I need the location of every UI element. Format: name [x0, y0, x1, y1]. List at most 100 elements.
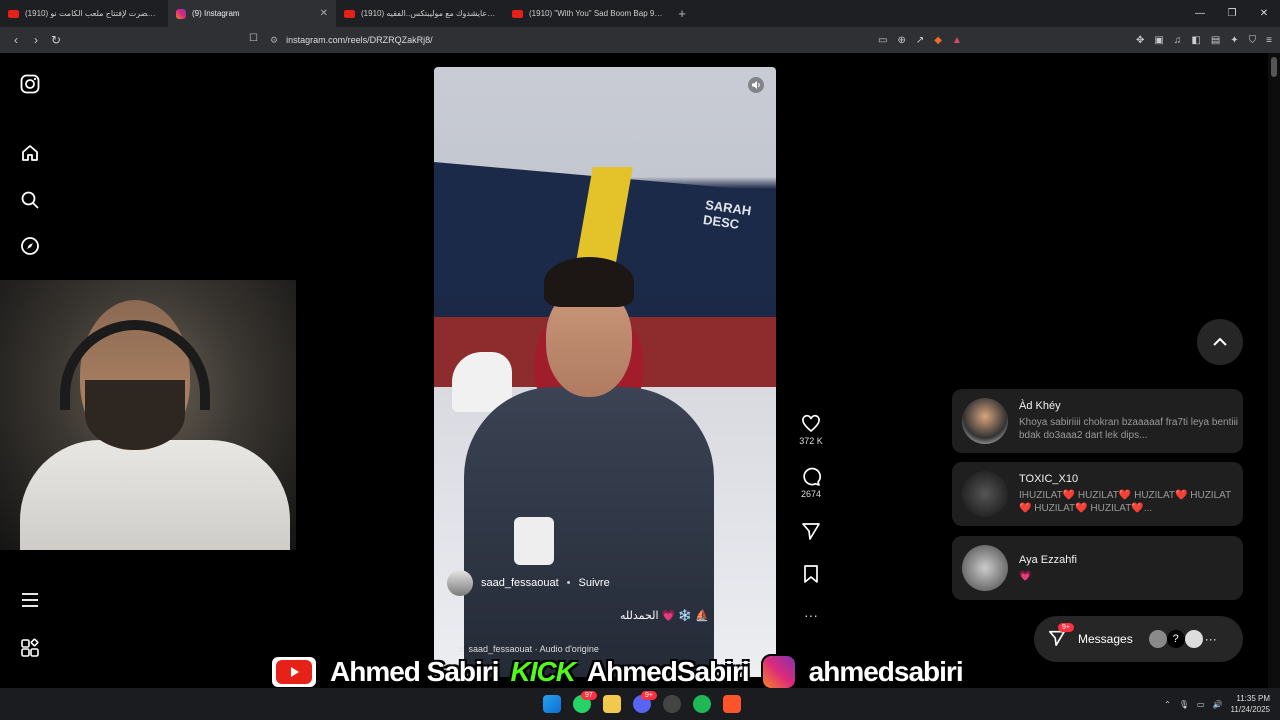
message-preview[interactable]: TOXIC_X10 IHUZILAT❤️ HUZILAT❤️ HUZILAT❤️ … — [952, 462, 1243, 526]
messages-send-icon: 9+ — [1048, 622, 1074, 650]
instagram-logo-icon[interactable] — [18, 72, 42, 96]
minimize-button[interactable]: — — [1184, 0, 1216, 27]
messages-badge: 9+ — [1058, 622, 1074, 632]
person-jacket — [464, 387, 714, 677]
message-text: 💗 — [1019, 570, 1032, 582]
search-icon[interactable] — [18, 188, 42, 212]
discord-icon[interactable]: 9+ — [633, 691, 657, 713]
close-window-button[interactable]: ✕ — [1248, 0, 1280, 27]
scroll-up-button[interactable] — [1197, 319, 1243, 365]
avatar — [962, 471, 1008, 517]
instagram-icon — [176, 8, 186, 19]
tab-youtube-3[interactable]: (1910) "With You" Sad Boom Bap 90s ... — [504, 0, 672, 27]
extensions-icon[interactable]: ✥ — [1136, 35, 1144, 46]
cast-icon[interactable]: ▭ — [878, 35, 887, 46]
url-text: instagram.com/reels/DRZRQZakRj8/ — [286, 35, 433, 45]
share-icon[interactable]: ↗ — [916, 35, 924, 46]
extension-icons: ✥ ▣ ♫ ◧ ▤ ✦ ⛉ ≡ — [1136, 27, 1272, 53]
clock[interactable]: 11:35 PM 11/24/2025 — [1231, 693, 1270, 715]
follow-button[interactable]: Suivre — [579, 577, 610, 589]
comment-button[interactable]: 2674 — [796, 467, 826, 499]
sender-name: TOXIC_X10 — [1019, 473, 1079, 485]
explore-icon[interactable] — [18, 234, 42, 258]
tray-chevron-icon[interactable]: ⌃ — [1164, 700, 1171, 709]
media-icon[interactable]: ♫ — [1174, 35, 1182, 46]
kick-handle: AhmedSabiri — [586, 656, 750, 687]
author-avatar[interactable] — [447, 570, 473, 596]
discord-badge: 9+ — [641, 691, 657, 700]
url-tools: ▭ ⊕ ↗ ◆ ▲ — [878, 27, 962, 53]
instagram-handle: ahmedsabiri — [808, 656, 964, 687]
new-tab-button[interactable]: + — [672, 6, 692, 21]
share-button[interactable] — [796, 521, 826, 543]
tab-label: (1910) حضرت لإفتتاح ملعب الكامت نو ... — [25, 9, 160, 18]
windows-start-icon[interactable] — [543, 695, 561, 713]
whatsapp-badge: 97 — [581, 691, 597, 700]
vpn-icon[interactable]: ⛉ — [1249, 35, 1257, 46]
messages-label: Messages — [1078, 632, 1133, 646]
reel-author: saad_fessaouat • Suivre — [447, 570, 610, 596]
leo-icon[interactable]: ✦ — [1230, 35, 1238, 46]
more-options-icon[interactable]: ··· — [796, 607, 826, 623]
person-hair — [544, 257, 634, 307]
like-button[interactable]: 372 K — [796, 414, 826, 446]
sidebar-toggle-icon[interactable]: ◧ — [1191, 35, 1200, 46]
save-button[interactable] — [796, 564, 826, 586]
kick-logo: KICK — [510, 656, 575, 687]
tab-instagram[interactable]: (9) Instagram ✕ — [168, 0, 336, 27]
microphone-icon[interactable]: 🎙 — [1179, 700, 1189, 709]
zoom-icon[interactable]: ⊕ — [897, 35, 905, 46]
screenshot-icon[interactable]: ▣ — [1154, 35, 1163, 46]
date: 11/24/2025 — [1230, 705, 1270, 714]
youtube-handle: Ahmed Sabiri — [330, 656, 499, 687]
headphones — [60, 320, 210, 410]
site-info-icon[interactable]: ⚙ — [270, 35, 278, 46]
youtube-icon — [8, 9, 19, 18]
taskbar-apps: 97 9+ — [543, 688, 741, 720]
forward-button[interactable]: › — [26, 33, 46, 47]
home-icon[interactable] — [18, 141, 42, 165]
volume-tray-icon[interactable]: 🔊 — [1213, 700, 1223, 709]
network-icon[interactable]: ▭ — [1197, 700, 1205, 709]
menu-icon[interactable]: ≡ — [1266, 35, 1272, 46]
coffee-cup — [514, 517, 554, 565]
back-button[interactable]: ‹ — [6, 33, 26, 47]
avatar-placeholder: ? — [1166, 630, 1185, 648]
also-from-meta-icon[interactable] — [18, 636, 42, 660]
tab-label: (9) Instagram — [192, 9, 240, 18]
reload-button[interactable]: ↻ — [46, 33, 66, 47]
more-menu-icon[interactable] — [18, 588, 42, 612]
spotify-icon[interactable] — [693, 695, 711, 713]
restore-button[interactable]: ❐ — [1216, 0, 1248, 27]
wallet-icon[interactable]: ▤ — [1211, 35, 1220, 46]
scrollbar[interactable] — [1268, 53, 1280, 688]
webcam-hoodie — [20, 440, 290, 550]
reel-caption: الحمدلله 💗 ❄️ ⛵ — [620, 610, 709, 622]
author-username[interactable]: saad_fessaouat — [481, 577, 559, 589]
volume-icon[interactable] — [748, 77, 764, 93]
brave-shield-icon[interactable]: ◆ — [934, 35, 942, 46]
tab-youtube-2[interactable]: (1910) عايشدوك مع موليبتكس..الفقيه ... — [336, 0, 504, 27]
close-tab-icon[interactable]: ✕ — [320, 8, 328, 19]
webcam-overlay — [0, 280, 296, 550]
tab-youtube-1[interactable]: (1910) حضرت لإفتتاح ملعب الكامت نو ... — [0, 0, 168, 27]
message-preview[interactable]: Aya Ezzahfi 💗 — [952, 536, 1243, 600]
file-explorer-icon[interactable] — [603, 695, 621, 713]
youtube-logo-icon — [270, 655, 318, 689]
nav-buttons: ‹ › ↻ — [6, 33, 66, 47]
author-separator: • — [566, 577, 571, 589]
taskbar: 97 9+ ⌃ 🎙 ▭ 🔊 11:35 PM 11/24/2025 — [0, 688, 1280, 720]
brave-icon[interactable] — [723, 695, 741, 713]
scrollbar-thumb[interactable] — [1271, 57, 1277, 77]
sender-name: Àd Khéy — [1019, 400, 1061, 412]
obs-icon[interactable] — [663, 695, 681, 713]
rewards-icon[interactable]: ▲ — [952, 35, 962, 46]
bookmark-icon[interactable]: ☐ — [249, 33, 258, 44]
stream-banner: Ahmed Sabiri KICK AhmedSabiri ahmedsabir… — [270, 653, 964, 691]
messages-button[interactable]: 9+ Messages ? ··· — [1034, 616, 1243, 662]
message-text: IHUZILAT❤️ HUZILAT❤️ HUZILAT❤️ HUZILAT❤️… — [1019, 490, 1232, 514]
tab-strip: (1910) حضرت لإفتتاح ملعب الكامت نو ... (… — [0, 0, 1280, 27]
sender-name: Aya Ezzahfi — [1019, 553, 1077, 566]
whatsapp-icon[interactable]: 97 — [573, 691, 597, 713]
message-preview[interactable]: Àd Khéy Khoya sabiriiii chokran bzaaaaaf … — [952, 389, 1243, 453]
